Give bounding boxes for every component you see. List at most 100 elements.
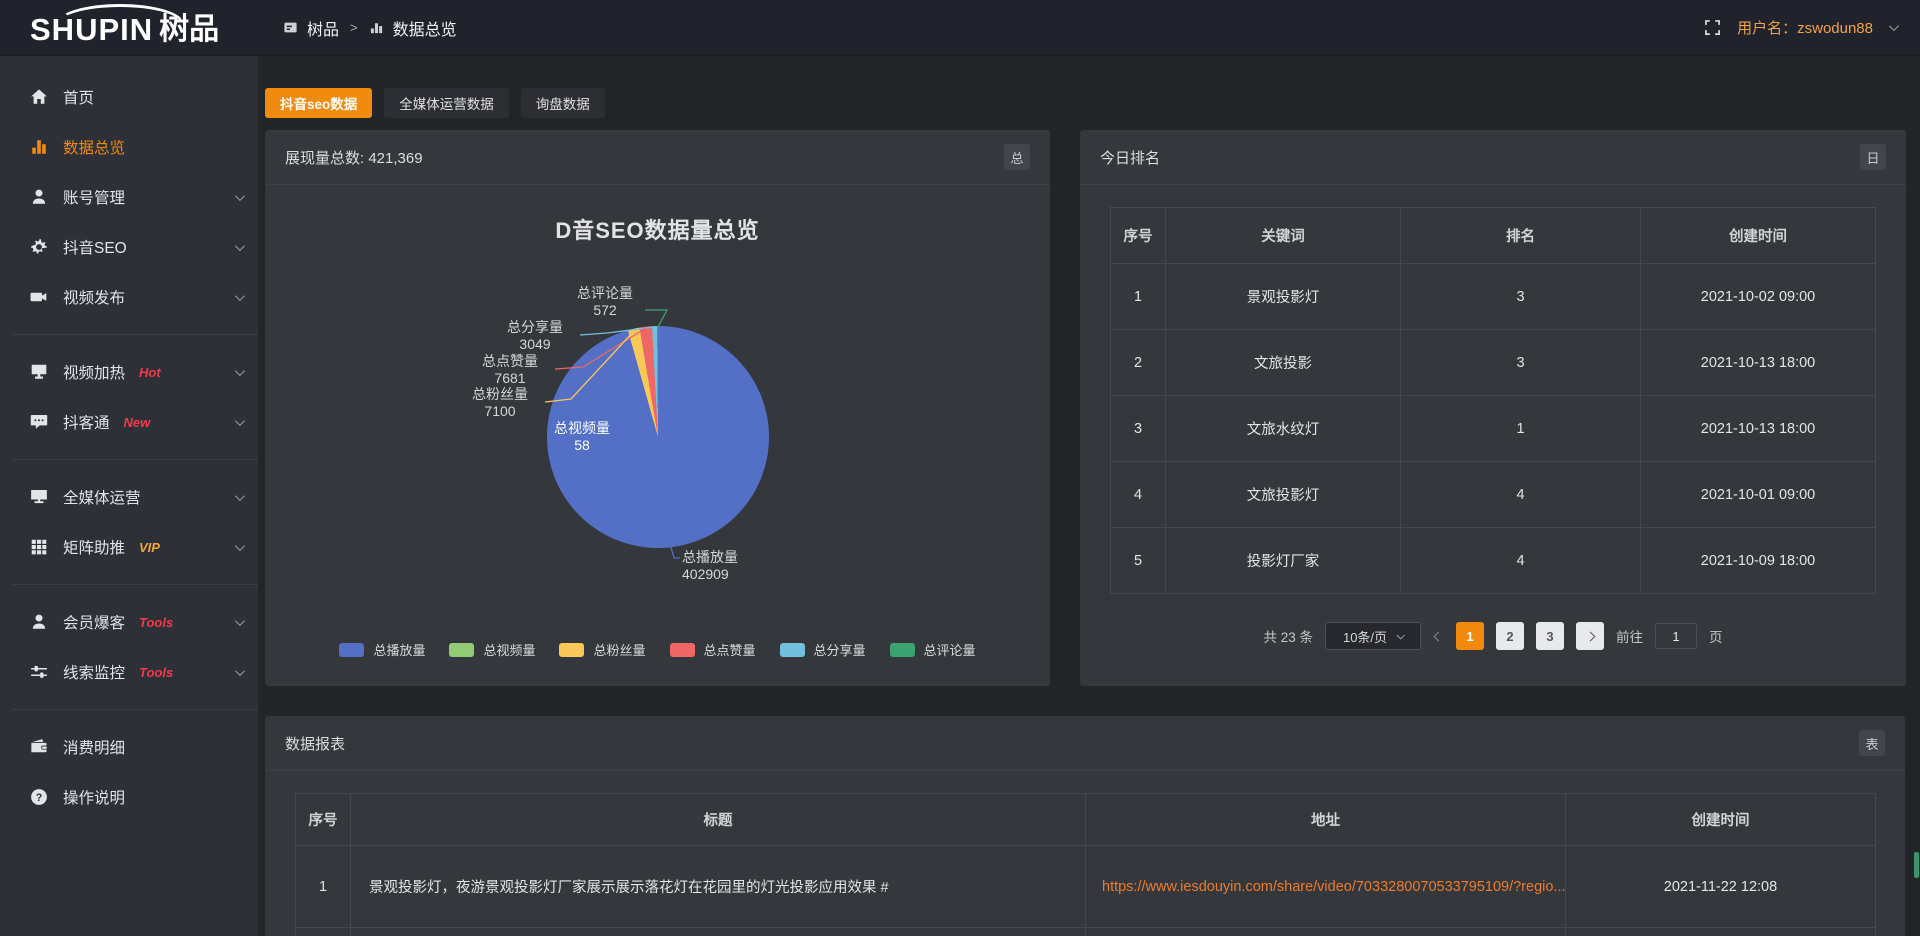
table-cell (1086, 928, 1566, 936)
sidebar-item-screen[interactable]: 全媒体运营 (0, 472, 258, 522)
column-header: 关键词 (1166, 208, 1401, 264)
table-row[interactable]: 2文旅投影32021-10-13 18:00 (1111, 330, 1876, 396)
sidebar-item-gear[interactable]: 抖音SEO (0, 222, 258, 272)
table-row[interactable]: 1景观投影灯32021-10-02 09:00 (1111, 264, 1876, 330)
table-row[interactable]: 5投影灯厂家42021-10-09 18:00 (1111, 528, 1876, 594)
sidebar-item-wallet[interactable]: 消费明细 (0, 722, 258, 772)
sidebar-divider (12, 334, 258, 335)
table-cell: 景观投影灯，夜游景观投影灯厂家展示展示落花灯在花园里的灯光投影应用效果 # (351, 846, 1086, 928)
question-icon: ? (30, 788, 48, 806)
site-icon (283, 20, 298, 35)
total-count: 共 23 条 (1263, 626, 1313, 646)
table-header-row: 序号关键词排名创建时间 (1111, 208, 1876, 264)
fullscreen-icon[interactable] (1704, 19, 1721, 36)
app-logo[interactable]: SHUPIN 树品 (30, 8, 219, 48)
tab-2[interactable]: 询盘数据 (521, 88, 605, 118)
column-header: 创建时间 (1566, 794, 1876, 846)
table-cell: 景观投影灯 (1166, 264, 1401, 330)
legend-item[interactable]: 总评论量 (890, 640, 976, 659)
column-header: 标题 (351, 794, 1086, 846)
sidebar-item-heat[interactable]: 视频加热Hot (0, 347, 258, 397)
table-cell: 2021-10-13 18:00 (1641, 396, 1876, 462)
chevron-down-icon (235, 291, 245, 301)
total-badge[interactable]: 总 (1004, 144, 1030, 170)
legend-item[interactable]: 总视频量 (449, 640, 535, 659)
legend-swatch (890, 643, 915, 657)
sidebar-item-label: 会员爆客 (63, 611, 125, 633)
overview-chart-panel: 展现量总数: 421,369 总 D音SEO数据量总览 总评论量572 总分享量… (265, 130, 1050, 686)
day-badge[interactable]: 日 (1860, 144, 1886, 170)
sidebar-item-label: 全媒体运营 (63, 486, 141, 508)
legend-swatch (670, 643, 695, 657)
page-size-select[interactable]: 10条/页 (1325, 622, 1421, 650)
table-cell[interactable]: https://www.iesdouyin.com/share/video/70… (1086, 846, 1566, 928)
main-content: 抖音seo数据全媒体运营数据询盘数据 展现量总数: 421,369 总 D音SE… (258, 56, 1920, 936)
sidebar-item-badge: New (124, 415, 151, 430)
legend-label: 总点赞量 (704, 640, 756, 659)
sidebar-item-badge: Hot (139, 365, 161, 380)
page-button-2[interactable]: 2 (1496, 622, 1524, 650)
sidebar-item-grid[interactable]: 矩阵助推VIP (0, 522, 258, 572)
table-badge[interactable]: 表 (1859, 730, 1885, 756)
chevron-left-icon (1434, 631, 1444, 641)
pie-chart-area: D音SEO数据量总览 总评论量572 总分享量3049 总点赞量7681 总粉丝… (265, 185, 1050, 685)
sidebar-item-badge: VIP (139, 540, 160, 555)
sidebar-item-question[interactable]: ?操作说明 (0, 772, 258, 822)
chevron-right-icon (1585, 631, 1595, 641)
sidebar-item-home[interactable]: 首页 (0, 72, 258, 122)
chart-legend: 总播放量 总视频量 总粉丝量 总点赞量 总分享量 总评论量 (265, 640, 1050, 659)
table-cell: 3 (1401, 264, 1641, 330)
legend-item[interactable]: 总播放量 (339, 640, 425, 659)
page-button-1[interactable]: 1 (1456, 622, 1484, 650)
username[interactable]: 用户名：zswodun88 (1737, 17, 1873, 38)
table-cell: 1 (296, 846, 351, 928)
sidebar-item-user[interactable]: 账号管理 (0, 172, 258, 222)
table-row[interactable]: 3文旅水纹灯12021-10-13 18:00 (1111, 396, 1876, 462)
breadcrumb-current[interactable]: 数据总览 (393, 16, 457, 40)
legend-item[interactable]: 总点赞量 (670, 640, 756, 659)
data-report-panel: 数据报表 表 序号标题地址创建时间1景观投影灯，夜游景观投影灯厂家展示展示落花灯… (265, 716, 1905, 936)
chat-icon (30, 413, 48, 431)
table-cell: 2021-10-01 09:00 (1641, 462, 1876, 528)
top-header: SHUPIN 树品 树品 > 数据总览 用户名：zswodun88 (0, 0, 1920, 56)
sidebar-item-label: 抖客通 (63, 411, 110, 433)
tab-1[interactable]: 全媒体运营数据 (384, 88, 509, 118)
report-panel-header: 数据报表 表 (265, 716, 1905, 771)
report-table: 序号标题地址创建时间1景观投影灯，夜游景观投影灯厂家展示展示落花灯在花园里的灯光… (295, 793, 1875, 936)
screen-icon (30, 488, 48, 506)
table-row[interactable]: 1景观投影灯，夜游景观投影灯厂家展示展示落花灯在花园里的灯光投影应用效果 #ht… (296, 846, 1876, 928)
breadcrumb-root[interactable]: 树品 (307, 16, 339, 40)
home-icon (30, 88, 48, 106)
table-cell: 2021-10-02 09:00 (1641, 264, 1876, 330)
pie-label-plays: 总播放量402909 (682, 549, 792, 583)
table-cell: 4 (1111, 462, 1166, 528)
prev-page-button[interactable] (1435, 633, 1442, 640)
table-cell: 5 (1111, 528, 1166, 594)
table-row[interactable]: 4文旅投影灯42021-10-01 09:00 (1111, 462, 1876, 528)
table-cell: 1 (1111, 264, 1166, 330)
page-unit-label: 页 (1709, 626, 1723, 646)
sidebar-item-member[interactable]: 会员爆客Tools (0, 597, 258, 647)
pie-label-likes: 总点赞量7681 (465, 353, 555, 387)
overview-panel-header: 展现量总数: 421,369 总 (265, 130, 1050, 185)
grid-icon (30, 538, 48, 556)
legend-item[interactable]: 总分享量 (780, 640, 866, 659)
sidebar-item-video[interactable]: 视频发布 (0, 272, 258, 322)
chevron-down-icon (235, 416, 245, 426)
legend-label: 总粉丝量 (593, 640, 645, 659)
next-page-button[interactable] (1576, 622, 1604, 650)
sidebar-item-chat[interactable]: 抖客通 New (0, 397, 258, 447)
chart-title: D音SEO数据量总览 (265, 213, 1050, 245)
table-header-row: 序号标题地址创建时间 (296, 794, 1876, 846)
header-right: 用户名：zswodun88 (1704, 17, 1896, 38)
page-button-3[interactable]: 3 (1536, 622, 1564, 650)
chevron-down-icon[interactable] (1889, 21, 1899, 31)
tab-0[interactable]: 抖音seo数据 (265, 88, 372, 118)
legend-item[interactable]: 总粉丝量 (559, 640, 645, 659)
legend-swatch (780, 643, 805, 657)
sidebar-item-sliders[interactable]: 线索监控Tools (0, 647, 258, 697)
table-cell: 2021-10-13 18:00 (1641, 330, 1876, 396)
goto-page-input[interactable] (1655, 623, 1697, 649)
scrollbar-thumb[interactable] (1914, 852, 1919, 878)
sidebar-item-chart[interactable]: 数据总览 (0, 122, 258, 172)
